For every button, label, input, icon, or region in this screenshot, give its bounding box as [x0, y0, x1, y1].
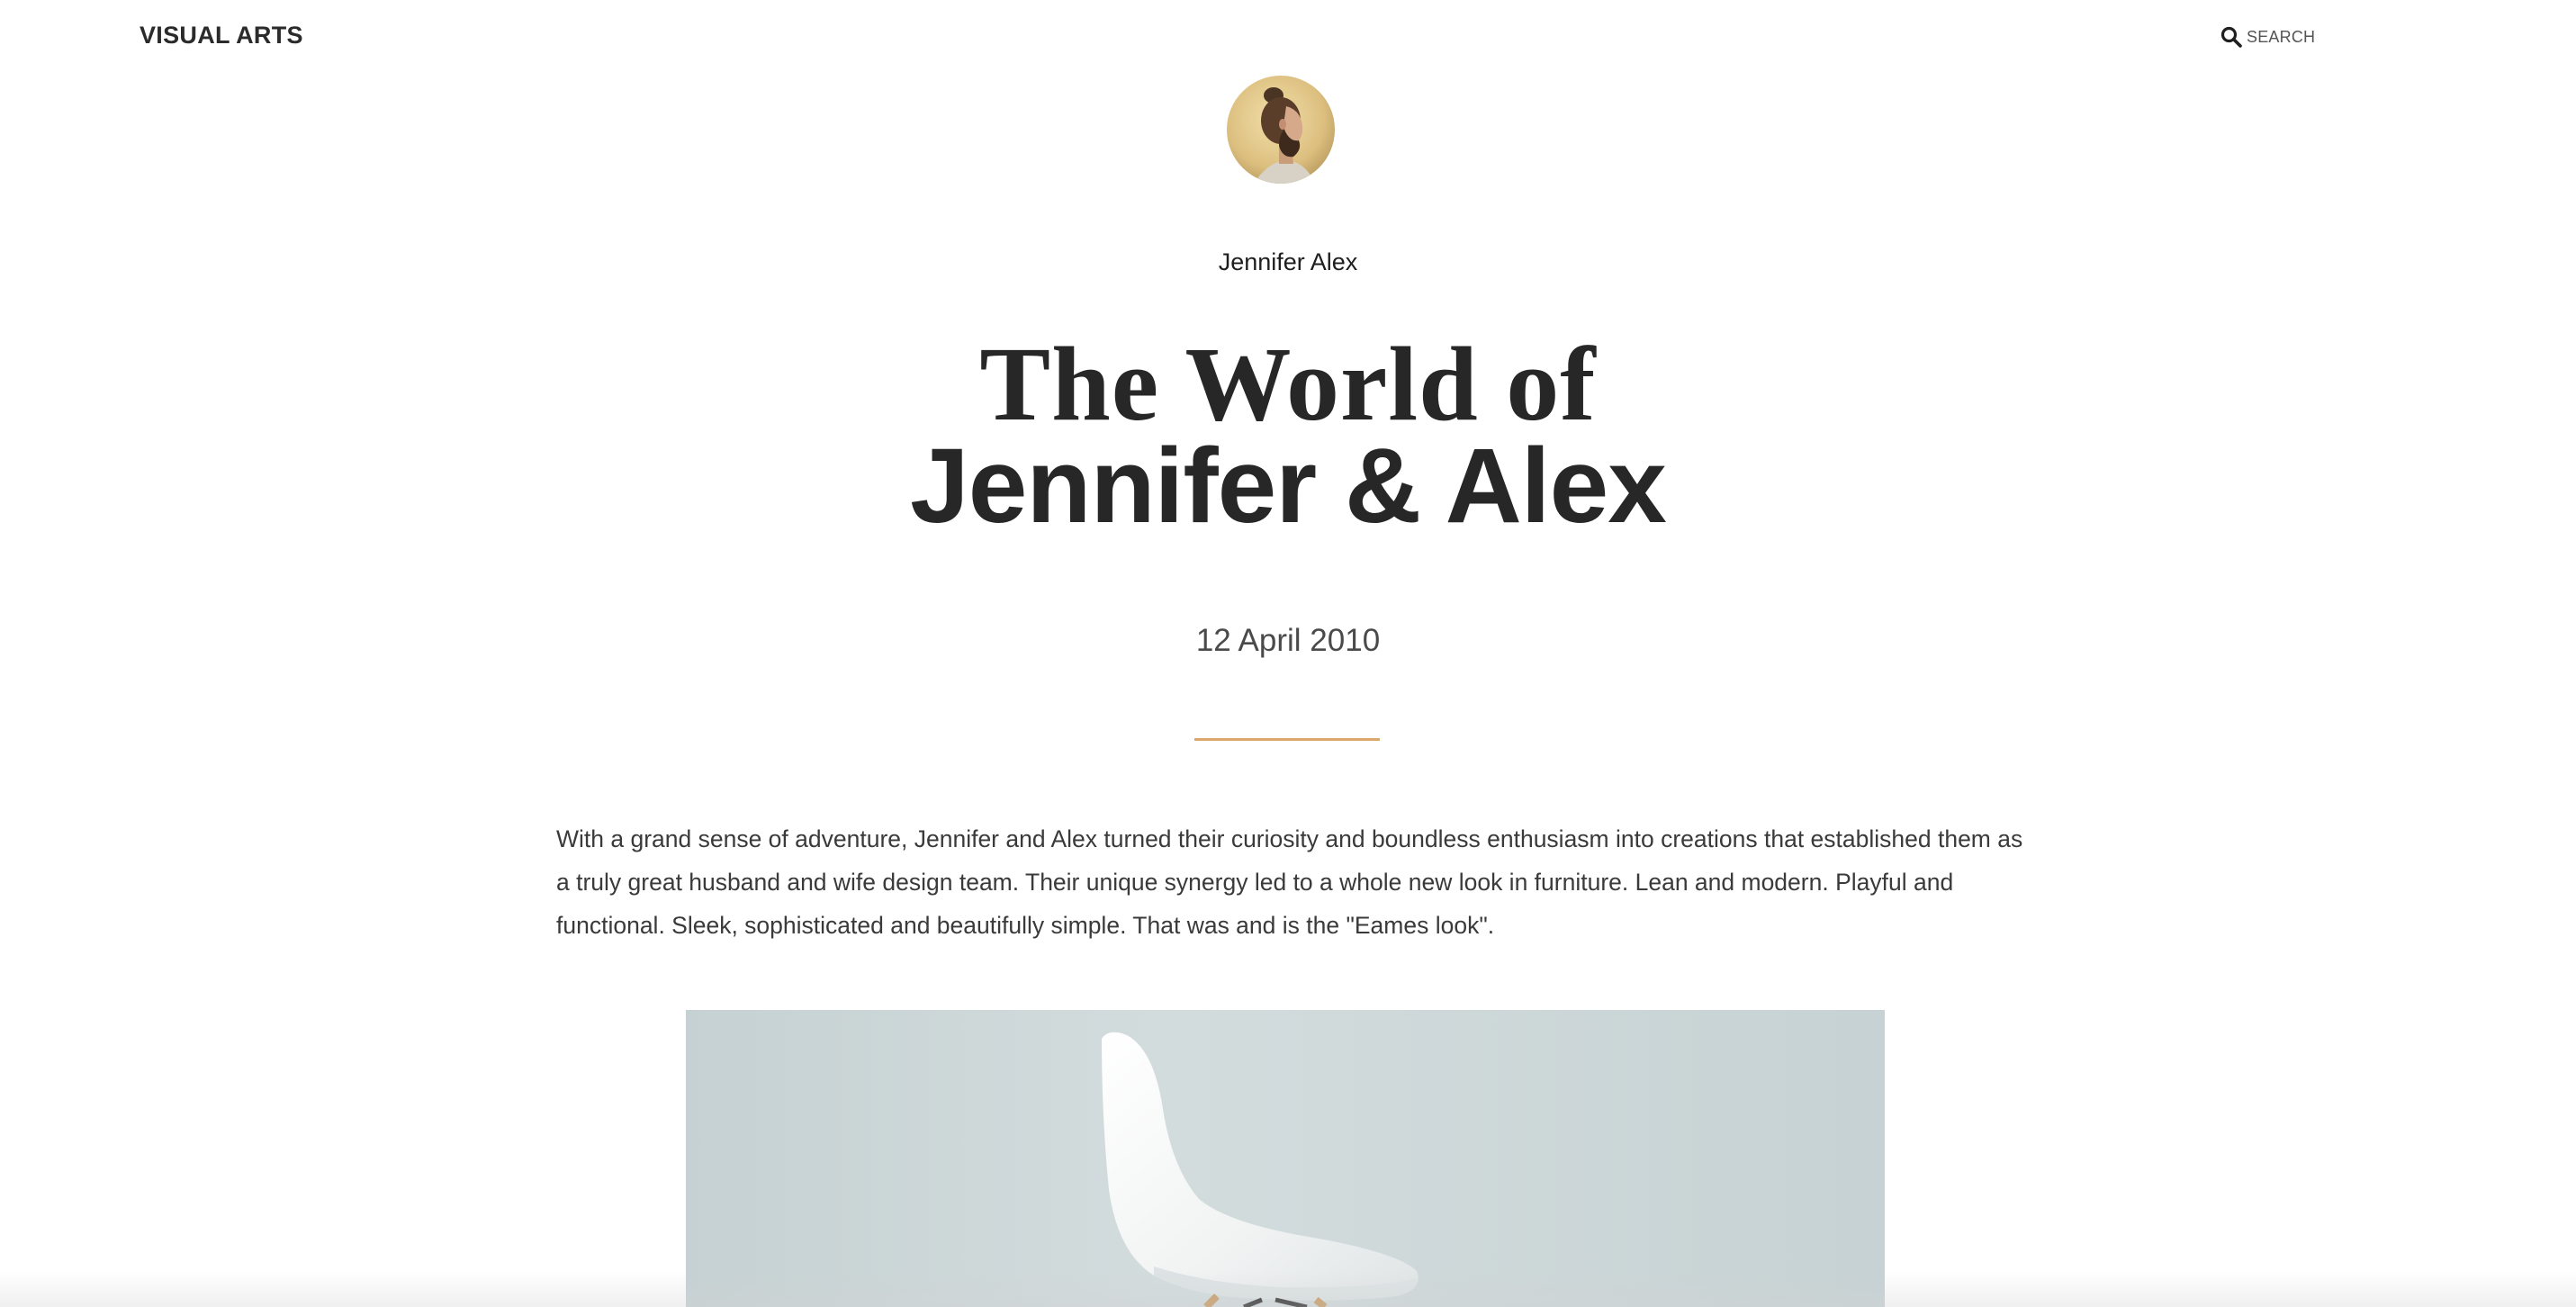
article-title: The World of Jennifer & Alex: [0, 325, 2576, 545]
article-intro: With a grand sense of adventure, Jennife…: [556, 825, 2023, 939]
search-icon: [2220, 25, 2243, 49]
title-divider: [1194, 738, 1380, 741]
article-title-line1: The World of: [979, 325, 1597, 443]
article-date: 12 April 2010: [1195, 623, 1381, 658]
search-button[interactable]: SEARCH: [2220, 25, 2315, 49]
site-brand[interactable]: VISUAL ARTS: [140, 22, 303, 50]
site-header: VISUAL ARTS SEARCH: [0, 0, 2576, 76]
article-title-line2: Jennifer & Alex: [910, 427, 1667, 545]
search-label: SEARCH: [2247, 27, 2316, 46]
author-name[interactable]: Jennifer Alex: [0, 248, 2576, 276]
author-avatar[interactable]: [1227, 76, 1335, 184]
white-chair-photo: [686, 1010, 1885, 1307]
